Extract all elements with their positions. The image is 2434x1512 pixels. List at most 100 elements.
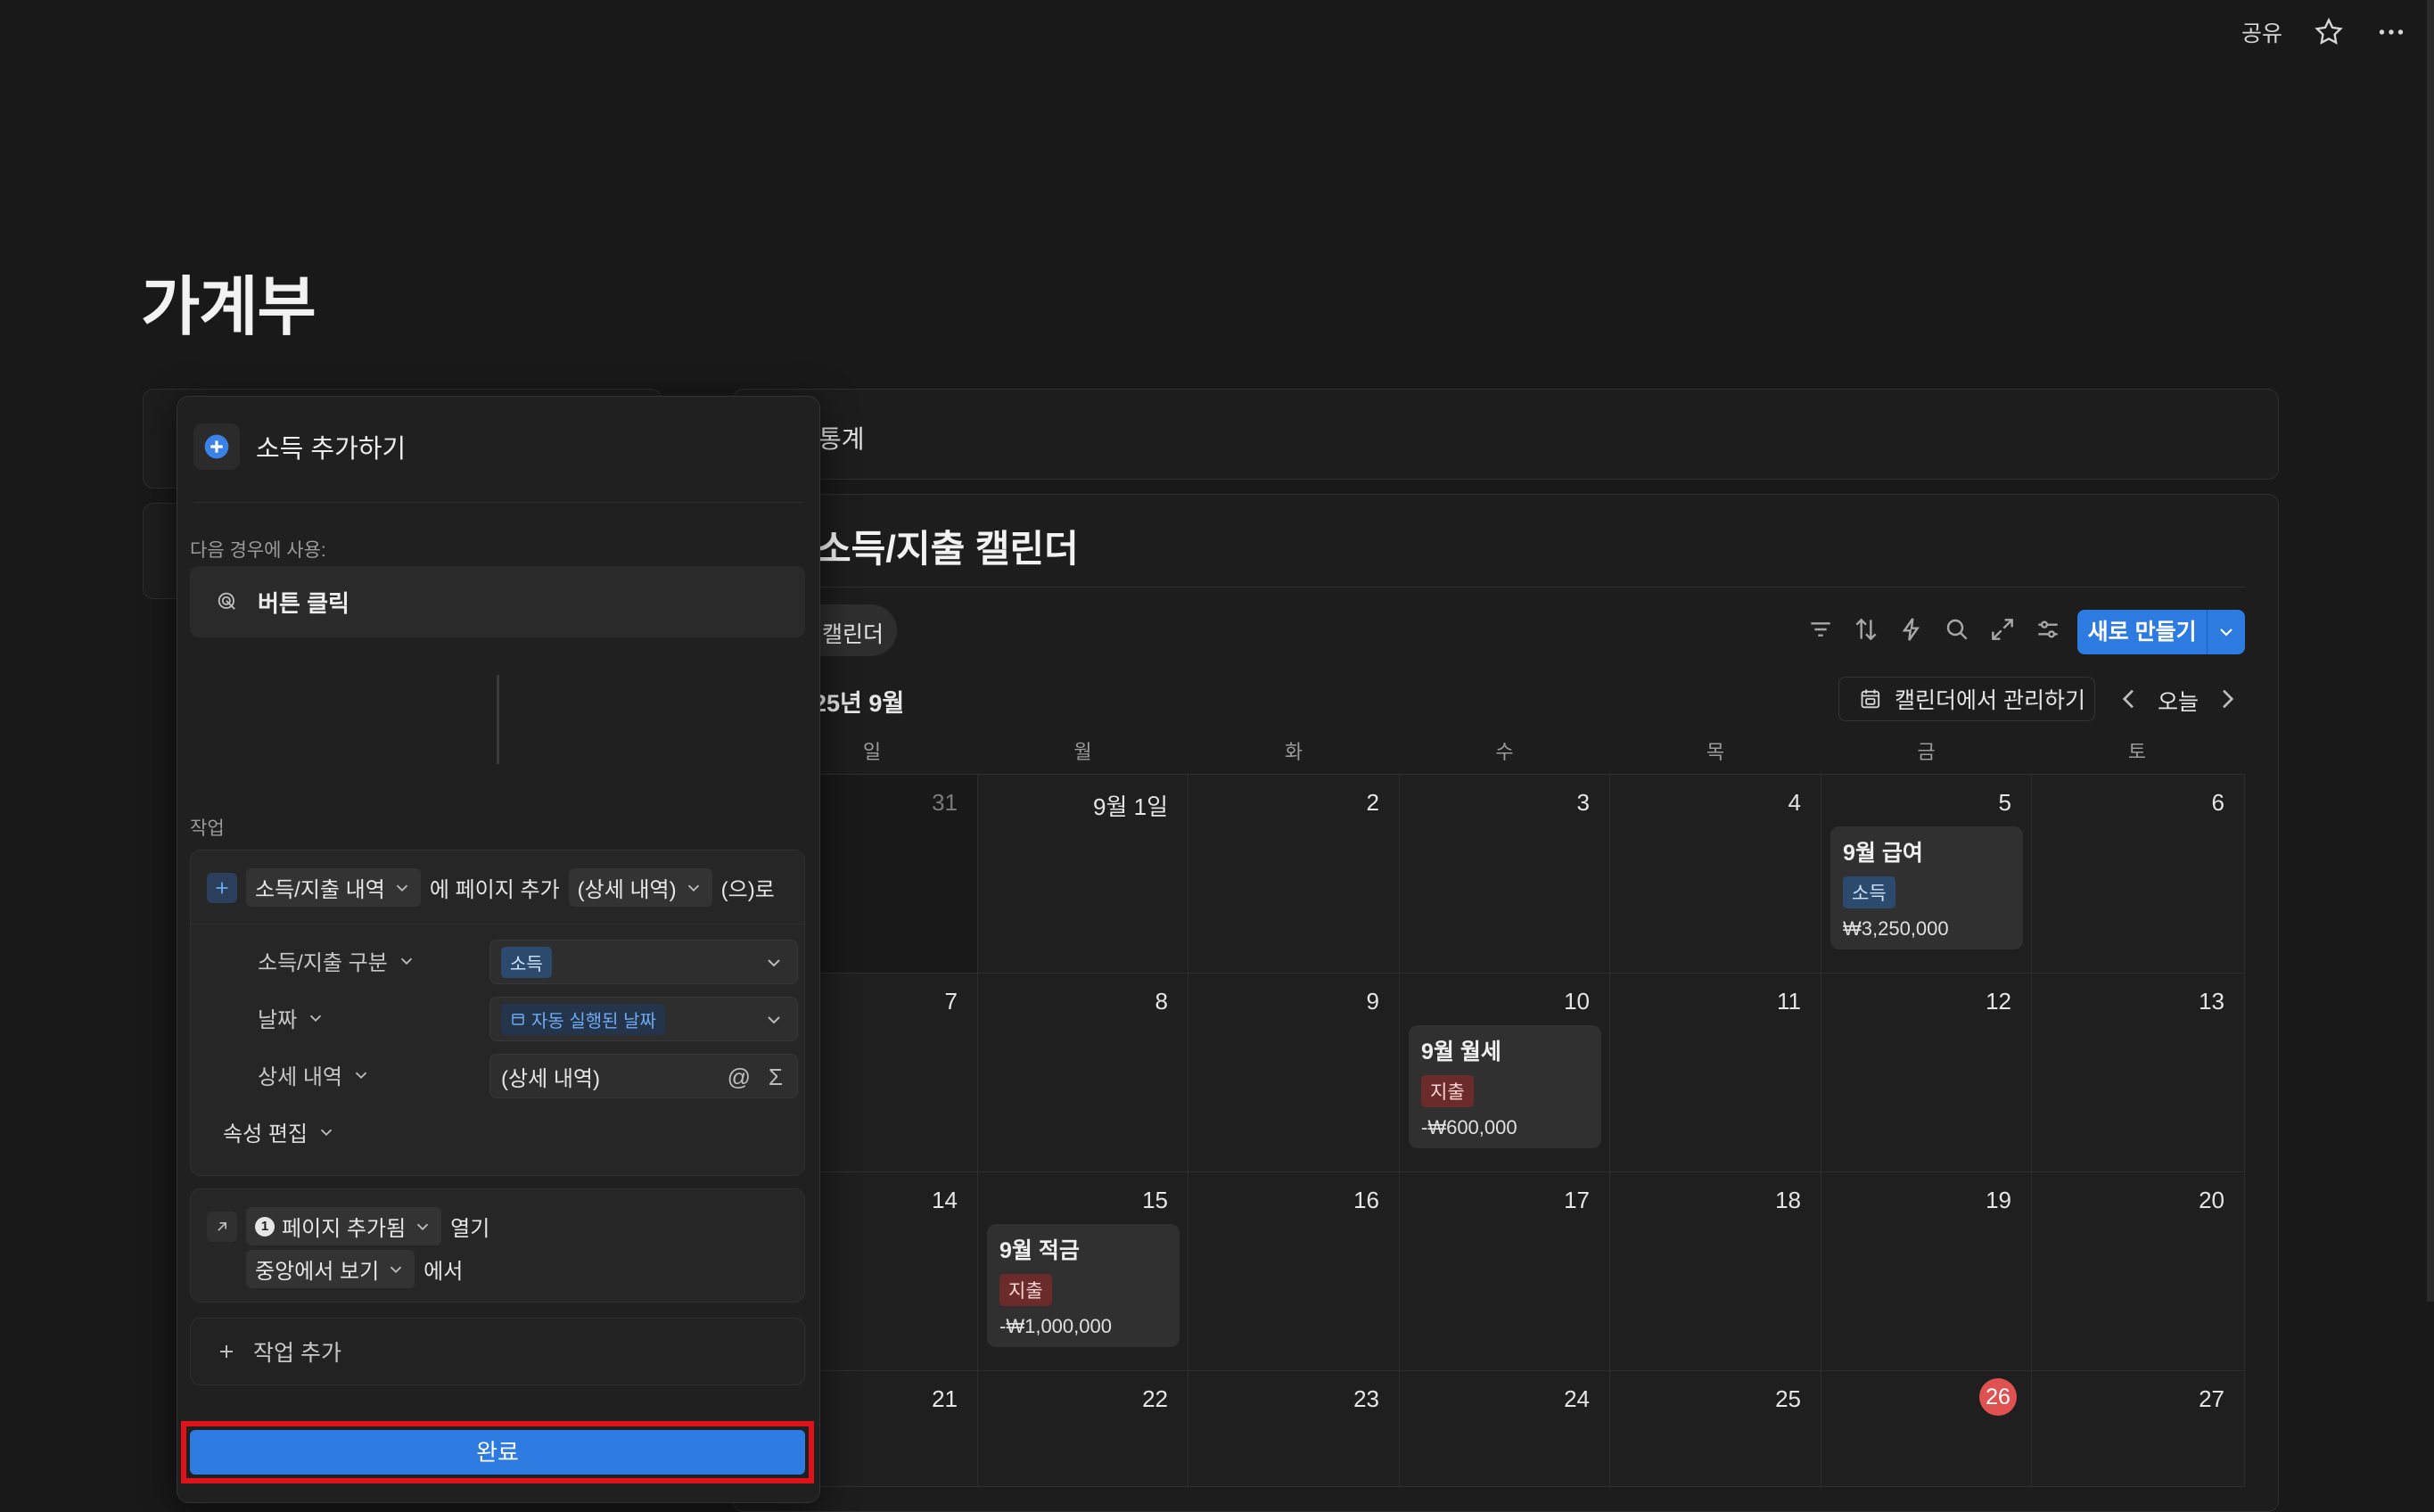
tab-label: 캘린더 xyxy=(822,622,884,647)
calendar-title: 소득/지출 캘린더 xyxy=(817,528,1079,570)
calendar-day-cell[interactable]: 25 xyxy=(1610,1371,1821,1487)
chevron-down-icon xyxy=(768,959,780,967)
calendar-day-cell[interactable]: 14 xyxy=(816,1172,978,1371)
calendar-day-cell[interactable]: 3 xyxy=(1400,775,1610,974)
settings-sliders-icon[interactable] xyxy=(2034,615,2062,644)
event-title: 9월 월세 xyxy=(1421,1040,1501,1064)
weekday-label: 수 xyxy=(1495,741,1514,763)
expense-tag: 지출 xyxy=(999,1274,1052,1306)
property-detail-input[interactable]: (상세 내역) @ Σ xyxy=(489,1054,798,1098)
calendar-day-cell[interactable]: 15 9월 적금 지출 -₩1,000,000 xyxy=(978,1172,1188,1371)
calendar-day-cell[interactable]: 27 xyxy=(2032,1371,2245,1487)
add-action-label: 작업 추가 xyxy=(253,1341,341,1366)
new-button[interactable]: 새로 만들기 xyxy=(2077,610,2245,654)
day-number: 27 xyxy=(2199,1385,2224,1412)
database-select[interactable]: 소득/지출 내역 xyxy=(246,868,421,907)
search-icon[interactable] xyxy=(1943,615,1971,644)
add-action-button[interactable]: 작업 추가 xyxy=(190,1318,805,1385)
calendar-day-cell[interactable]: 6 xyxy=(2032,775,2245,974)
calendar-day-cell[interactable]: 13 xyxy=(2032,974,2245,1172)
calendar-day-cell[interactable]: 23 xyxy=(1188,1371,1400,1487)
calendar-event-card[interactable]: 9월 급여 소득 ₩3,250,000 xyxy=(1830,826,2023,949)
calendar-day-cell[interactable]: 21 xyxy=(816,1371,978,1487)
today-button[interactable]: 오늘 xyxy=(2158,685,2199,717)
page-title-select[interactable]: (상세 내역) xyxy=(568,868,712,907)
plus-icon xyxy=(220,1345,233,1358)
added-page-select[interactable]: 1 페이지 추가됨 xyxy=(246,1207,442,1245)
open-mode-select[interactable]: 중앙에서 보기 xyxy=(246,1250,415,1288)
arrow-up-right-icon xyxy=(207,1211,237,1242)
panel-header: 소득 추가하기 xyxy=(193,423,406,470)
calendar-day-cell[interactable]: 20 xyxy=(2032,1172,2245,1371)
action-add-page: 소득/지출 내역 에 페이지 추가 (상세 내역) (으)로 소득/지출 구분 … xyxy=(190,850,805,1176)
chevron-right-icon[interactable] xyxy=(2213,685,2241,713)
day-number: 17 xyxy=(1564,1187,1590,1213)
calendar-day-cell[interactable]: 2 xyxy=(1188,775,1400,974)
property-date-value[interactable]: 자동 실행된 날짜 xyxy=(489,997,798,1041)
calendar-day-cell[interactable]: 19 xyxy=(1821,1172,2032,1371)
day-number: 7 xyxy=(944,988,958,1015)
more-icon[interactable] xyxy=(2375,16,2407,48)
expand-icon[interactable] xyxy=(1988,615,2017,644)
weekday-label: 금 xyxy=(1917,741,1936,763)
day-number: 15 xyxy=(1142,1187,1168,1213)
property-date[interactable]: 날짜 xyxy=(258,1002,325,1033)
button-icon[interactable] xyxy=(193,423,240,470)
calendar-day-cell[interactable]: 7 xyxy=(816,974,978,1172)
calendar-day-cell[interactable]: 4 xyxy=(1610,775,1821,974)
stats-title: 통계 xyxy=(818,425,865,453)
day-number: 23 xyxy=(1353,1385,1379,1412)
calendar-day-cell[interactable]: 9월 1일 xyxy=(978,775,1188,974)
day-number: 16 xyxy=(1353,1187,1379,1213)
property-detail[interactable]: 상세 내역 xyxy=(258,1059,371,1090)
event-title: 9월 급여 xyxy=(1843,841,1923,866)
calendar-day-cell[interactable]: 9 xyxy=(1188,974,1400,1172)
done-button[interactable]: 완료 xyxy=(190,1430,805,1475)
calendar-day-cell[interactable]: 10 9월 월세 지출 -₩600,000 xyxy=(1400,974,1610,1172)
trigger-select[interactable]: 버튼 클릭 xyxy=(190,566,805,637)
action-text: 에 페이지 추가 xyxy=(429,878,560,902)
chevron-down-icon xyxy=(768,1016,780,1024)
calendar-day-cell[interactable]: 17 xyxy=(1400,1172,1610,1371)
sort-icon[interactable] xyxy=(1852,615,1880,644)
calendar-day-cell[interactable]: 16 xyxy=(1188,1172,1400,1371)
star-icon[interactable] xyxy=(2313,16,2345,48)
calendar-day-cell[interactable]: 31 xyxy=(816,775,978,974)
day-number: 31 xyxy=(932,789,958,816)
day-number: 10 xyxy=(1564,988,1590,1015)
property-type-value[interactable]: 소득 xyxy=(489,940,798,984)
calendar-grid: 31 9월 1일 2 3 4 5 9월 급여 소득 ₩3,250,000 6 7 8 9 10 9월 월세 지… xyxy=(816,774,2245,1488)
property-detail-value: (상세 내역) xyxy=(501,1066,600,1091)
chevron-left-icon[interactable] xyxy=(2115,685,2143,713)
lightning-icon[interactable] xyxy=(1897,615,1926,644)
calendar-app-icon xyxy=(1859,686,1884,711)
calendar-event-card[interactable]: 9월 적금 지출 -₩1,000,000 xyxy=(987,1224,1180,1347)
filter-icon[interactable] xyxy=(1806,615,1835,644)
panel-title[interactable]: 소득 추가하기 xyxy=(256,428,406,465)
calendar-day-cell[interactable]: 22 xyxy=(978,1371,1188,1487)
chevron-down-icon[interactable] xyxy=(2208,610,2245,654)
share-button[interactable]: 공유 xyxy=(2241,16,2282,48)
calendar-day-cell[interactable]: 24 xyxy=(1400,1371,1610,1487)
day-number: 25 xyxy=(1775,1385,1801,1412)
calendar-day-cell[interactable]: 12 xyxy=(1821,974,2032,1172)
calendar-day-cell[interactable]: 8 xyxy=(978,974,1188,1172)
calendar-event-card[interactable]: 9월 월세 지출 -₩600,000 xyxy=(1409,1025,1601,1148)
plus-icon xyxy=(207,872,237,903)
calendar-day-cell[interactable]: 11 xyxy=(1610,974,1821,1172)
manage-in-calendar-button[interactable]: 캘린더에서 관리하기 xyxy=(1838,677,2095,721)
weekday-label: 월 xyxy=(1073,741,1092,763)
calendar-day-cell[interactable]: 26 xyxy=(1821,1371,2032,1487)
edit-properties-button[interactable]: 속성 편집 xyxy=(223,1116,336,1147)
auto-date-tag: 자동 실행된 날짜 xyxy=(501,1003,665,1035)
day-number: 9 xyxy=(1366,988,1379,1015)
property-type[interactable]: 소득/지출 구분 xyxy=(258,945,416,976)
formula-icon[interactable]: Σ xyxy=(769,1064,783,1091)
action-open-page: 1 페이지 추가됨 열기 중앙에서 보기 에서 xyxy=(190,1188,805,1302)
calendar-day-cell[interactable]: 18 xyxy=(1610,1172,1821,1371)
calendar-day-cell[interactable]: 5 9월 급여 소득 ₩3,250,000 xyxy=(1821,775,2032,974)
mention-icon[interactable]: @ xyxy=(728,1064,751,1091)
stats-card[interactable] xyxy=(733,389,2279,480)
scrollbar[interactable] xyxy=(2427,0,2434,1302)
step-badge: 1 xyxy=(255,1216,275,1237)
